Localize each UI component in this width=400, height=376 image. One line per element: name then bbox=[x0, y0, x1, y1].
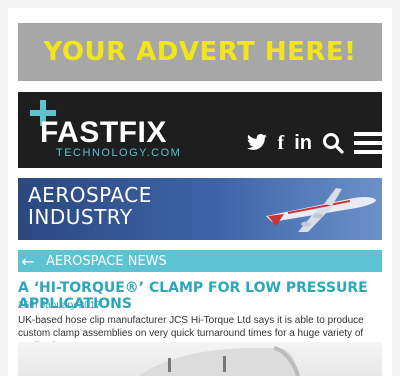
article-image[interactable] bbox=[18, 342, 382, 376]
facebook-icon[interactable]: f bbox=[278, 132, 285, 155]
section-bar: ← AEROSPACE NEWS bbox=[18, 250, 382, 272]
arrow-left-icon[interactable]: ← bbox=[18, 252, 38, 271]
header-actions: f in bbox=[236, 126, 382, 160]
clamp-image bbox=[138, 346, 300, 376]
menu-icon[interactable] bbox=[354, 132, 382, 154]
site-header: FASTFIX TECHNOLOGY.COM f in bbox=[18, 92, 382, 168]
logo-subtitle: TECHNOLOGY.COM bbox=[56, 147, 182, 159]
banner-line-2: INDUSTRY bbox=[28, 205, 133, 229]
page-frame: YOUR ADVERT HERE! FASTFIX TECHNOLOGY.COM… bbox=[8, 8, 392, 376]
advert-text: YOUR ADVERT HERE! bbox=[43, 37, 357, 67]
category-banner[interactable]: AEROSPACE INDUSTRY bbox=[18, 178, 382, 240]
twitter-icon[interactable] bbox=[246, 134, 268, 152]
banner-line-1: AEROSPACE bbox=[28, 183, 152, 207]
search-icon[interactable] bbox=[322, 132, 344, 154]
logo-wordmark: FASTFIX bbox=[40, 116, 167, 149]
banner-title: AEROSPACE INDUSTRY bbox=[28, 184, 152, 228]
linkedin-icon[interactable]: in bbox=[294, 132, 312, 155]
advert-banner[interactable]: YOUR ADVERT HERE! bbox=[18, 23, 382, 81]
airplane-image bbox=[266, 188, 376, 232]
article-date: 25th January 2017 bbox=[18, 300, 101, 311]
section-label[interactable]: AEROSPACE NEWS bbox=[46, 254, 167, 269]
site-logo[interactable]: FASTFIX TECHNOLOGY.COM bbox=[30, 100, 180, 162]
